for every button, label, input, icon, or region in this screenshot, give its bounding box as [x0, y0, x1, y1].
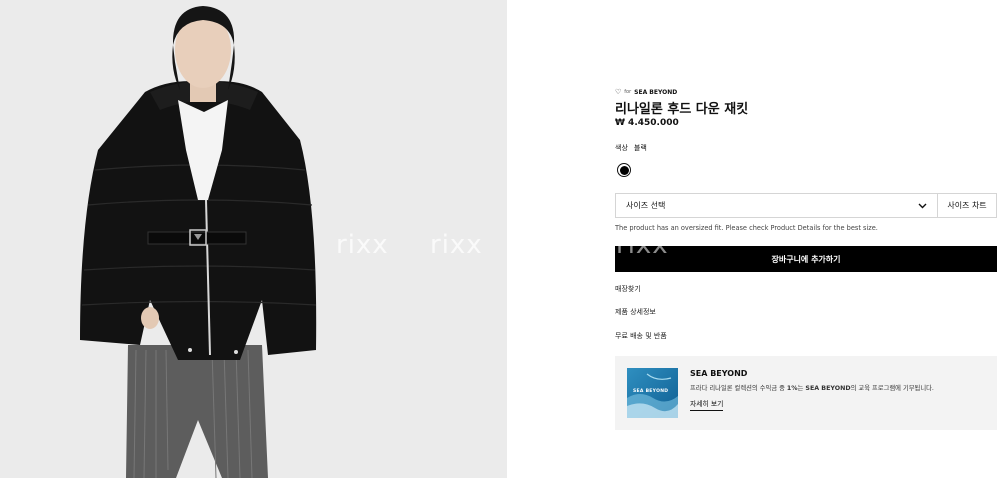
- add-to-cart-button[interactable]: 장바구니에 추가하기: [615, 246, 997, 272]
- color-row: 색상 블랙: [615, 143, 647, 153]
- sea-beyond-description: 프라다 리나일론 컬렉션의 수익금 중 1%는 SEA BEYOND의 교육 프…: [690, 383, 934, 392]
- watermark-text: rixx: [336, 230, 389, 260]
- heart-icon: ♡: [615, 88, 622, 96]
- desc-part: 의 교육 프로그램에 기부됩니다.: [850, 385, 934, 392]
- desc-part: 프라다 리나일론 컬렉션의 수익금 중: [690, 385, 787, 392]
- shipping-returns-link[interactable]: 무료 배송 및 반품: [615, 331, 667, 341]
- swatch-fill: [619, 165, 629, 175]
- size-chart-button[interactable]: 사이즈 차트: [937, 194, 996, 217]
- color-label: 색상: [615, 144, 628, 152]
- product-price: ₩ 4.450.000: [615, 118, 679, 128]
- watermark-text: rixx: [616, 230, 669, 260]
- size-select-label: 사이즈 선택: [626, 201, 666, 210]
- learn-more-link[interactable]: 자세히 보기: [690, 398, 724, 411]
- sea-thumb-label: SEA BEYOND: [633, 389, 669, 394]
- size-selector: 사이즈 선택 사이즈 차트: [615, 193, 997, 218]
- sea-beyond-card: SEA BEYOND SEA BEYOND 프라다 리나일론 컬렉션의 수익금 …: [615, 356, 997, 430]
- sea-beyond-title: SEA BEYOND: [690, 369, 748, 378]
- color-value: 블랙: [633, 144, 647, 152]
- brand-tag: ♡ for SEA BEYOND: [615, 88, 677, 96]
- product-details-link[interactable]: 제품 상세정보: [615, 307, 656, 317]
- product-image[interactable]: rixx rixx: [0, 0, 507, 478]
- brand-partner: SEA BEYOND: [634, 88, 678, 96]
- chevron-down-icon: [918, 203, 927, 208]
- brand-for: for: [624, 89, 632, 95]
- color-swatch-black[interactable]: [617, 163, 631, 177]
- sea-beyond-image: SEA BEYOND: [627, 368, 678, 418]
- store-finder-link[interactable]: 매장찾기: [615, 284, 641, 294]
- desc-bold: 1%: [786, 385, 798, 392]
- size-dropdown[interactable]: 사이즈 선택: [616, 194, 937, 217]
- watermark-text: rixx: [430, 230, 483, 260]
- desc-bold: SEA BEYOND: [805, 385, 851, 392]
- product-title: 리나일론 후드 다운 재킷: [615, 102, 749, 117]
